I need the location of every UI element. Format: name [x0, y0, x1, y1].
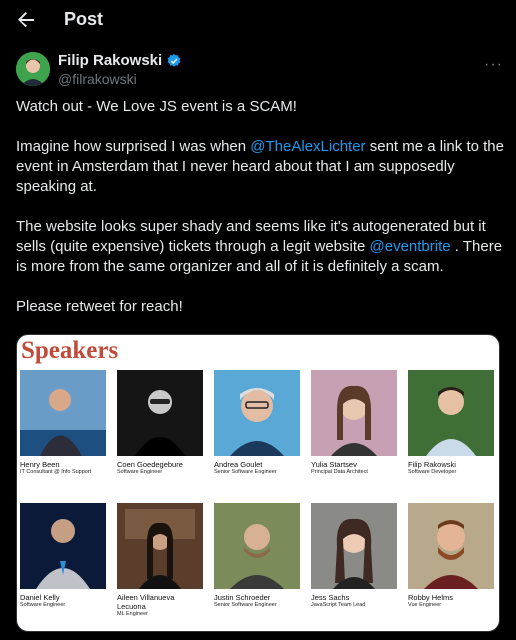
speaker-card: Filip Rakowski Software Developer	[408, 370, 496, 476]
speaker-name: Henry Been	[20, 460, 60, 469]
author-name[interactable]: Filip Rakowski	[58, 52, 162, 69]
speaker-photo	[408, 370, 494, 456]
more-options-icon[interactable]: ···	[484, 56, 503, 74]
author-name-row: Filip Rakowski	[58, 52, 182, 69]
speaker-name: Yulia Startsev	[311, 460, 357, 469]
speaker-card: Robby Helms Vue Engineer	[408, 503, 496, 609]
speaker-photo	[311, 503, 397, 589]
author-handle[interactable]: @filrakowski	[58, 71, 137, 87]
speaker-name: Robby Helms	[408, 593, 454, 602]
arrow-left-icon[interactable]	[14, 8, 38, 32]
speaker-role: Software Engineer	[117, 469, 163, 475]
speaker-card: Andrea Goulet Senior Software Engineer	[214, 370, 302, 476]
tweet-line: Please retweet for reach!	[16, 298, 183, 315]
tweet-text: Watch out - We Love JS event is a SCAM! …	[16, 97, 506, 337]
speaker-photo	[214, 503, 300, 589]
speaker-card: Daniel Kelly Software Engineer	[20, 503, 108, 609]
tweet-paragraph: Imagine how surprised I was when @TheAle…	[16, 137, 506, 197]
speaker-name: Jess Sachs	[311, 593, 350, 602]
speaker-role: Principal Data Architect	[311, 469, 368, 475]
top-bar: Post	[0, 0, 516, 40]
speaker-role: Senior Software Engineer	[214, 469, 277, 475]
speakers-heading: Speakers	[21, 337, 119, 364]
page-title: Post	[64, 9, 104, 29]
speaker-card: Aileen Villanueva Lecuona ML Engineer	[117, 503, 205, 618]
speaker-photo	[408, 503, 494, 589]
speaker-photo	[214, 370, 300, 456]
speaker-photo	[117, 503, 203, 589]
mention-link[interactable]: @TheAlexLichter	[250, 138, 365, 155]
speaker-card: Coen Goedegebure Software Engineer	[117, 370, 205, 476]
speaker-name: Filip Rakowski	[408, 460, 456, 469]
verified-badge-icon	[167, 53, 181, 67]
speaker-photo	[117, 370, 203, 456]
speaker-photo	[20, 503, 106, 589]
speaker-role: Software Developer	[408, 469, 457, 475]
tweet-paragraph: Please retweet for reach!	[16, 297, 506, 317]
speaker-photo	[311, 370, 397, 456]
speaker-role: Senior Software Engineer	[214, 602, 277, 608]
speaker-role: Vue Engineer	[408, 602, 442, 608]
mention-link[interactable]: @eventbrite	[370, 238, 451, 255]
avatar[interactable]	[16, 52, 50, 86]
speaker-name: Coen Goedegebure	[117, 460, 183, 469]
speaker-name: Daniel Kelly	[20, 593, 60, 602]
speaker-card: Justin Schroeder Senior Software Enginee…	[214, 503, 302, 609]
tweet-text-segment: Imagine how surprised I was when	[16, 138, 251, 155]
speaker-role: JavaScript Team Lead	[311, 602, 366, 608]
speaker-card: Yulia Startsev Principal Data Architect	[311, 370, 399, 476]
tweet-paragraph: Watch out - We Love JS event is a SCAM!	[16, 97, 506, 117]
speaker-role: Software Engineer	[20, 602, 66, 608]
speaker-card: Jess Sachs JavaScript Team Lead	[311, 503, 399, 609]
speaker-role: IT Consultant @ Info Support	[20, 469, 92, 475]
tweet-line: Watch out - We Love JS event is a SCAM!	[16, 98, 297, 115]
speaker-name: Justin Schroeder	[214, 593, 271, 602]
speaker-role: ML Engineer	[117, 611, 148, 617]
speaker-name: Aileen Villanueva Lecuona	[117, 593, 175, 611]
speaker-name: Andrea Goulet	[214, 460, 263, 469]
speaker-card: Henry Been IT Consultant @ Info Support	[20, 370, 108, 476]
tweet-paragraph: The website looks super shady and seems …	[16, 217, 506, 277]
attached-image[interactable]: Speakers Henry Been IT Consultant @ Info…	[16, 334, 500, 632]
speaker-photo	[20, 370, 106, 456]
